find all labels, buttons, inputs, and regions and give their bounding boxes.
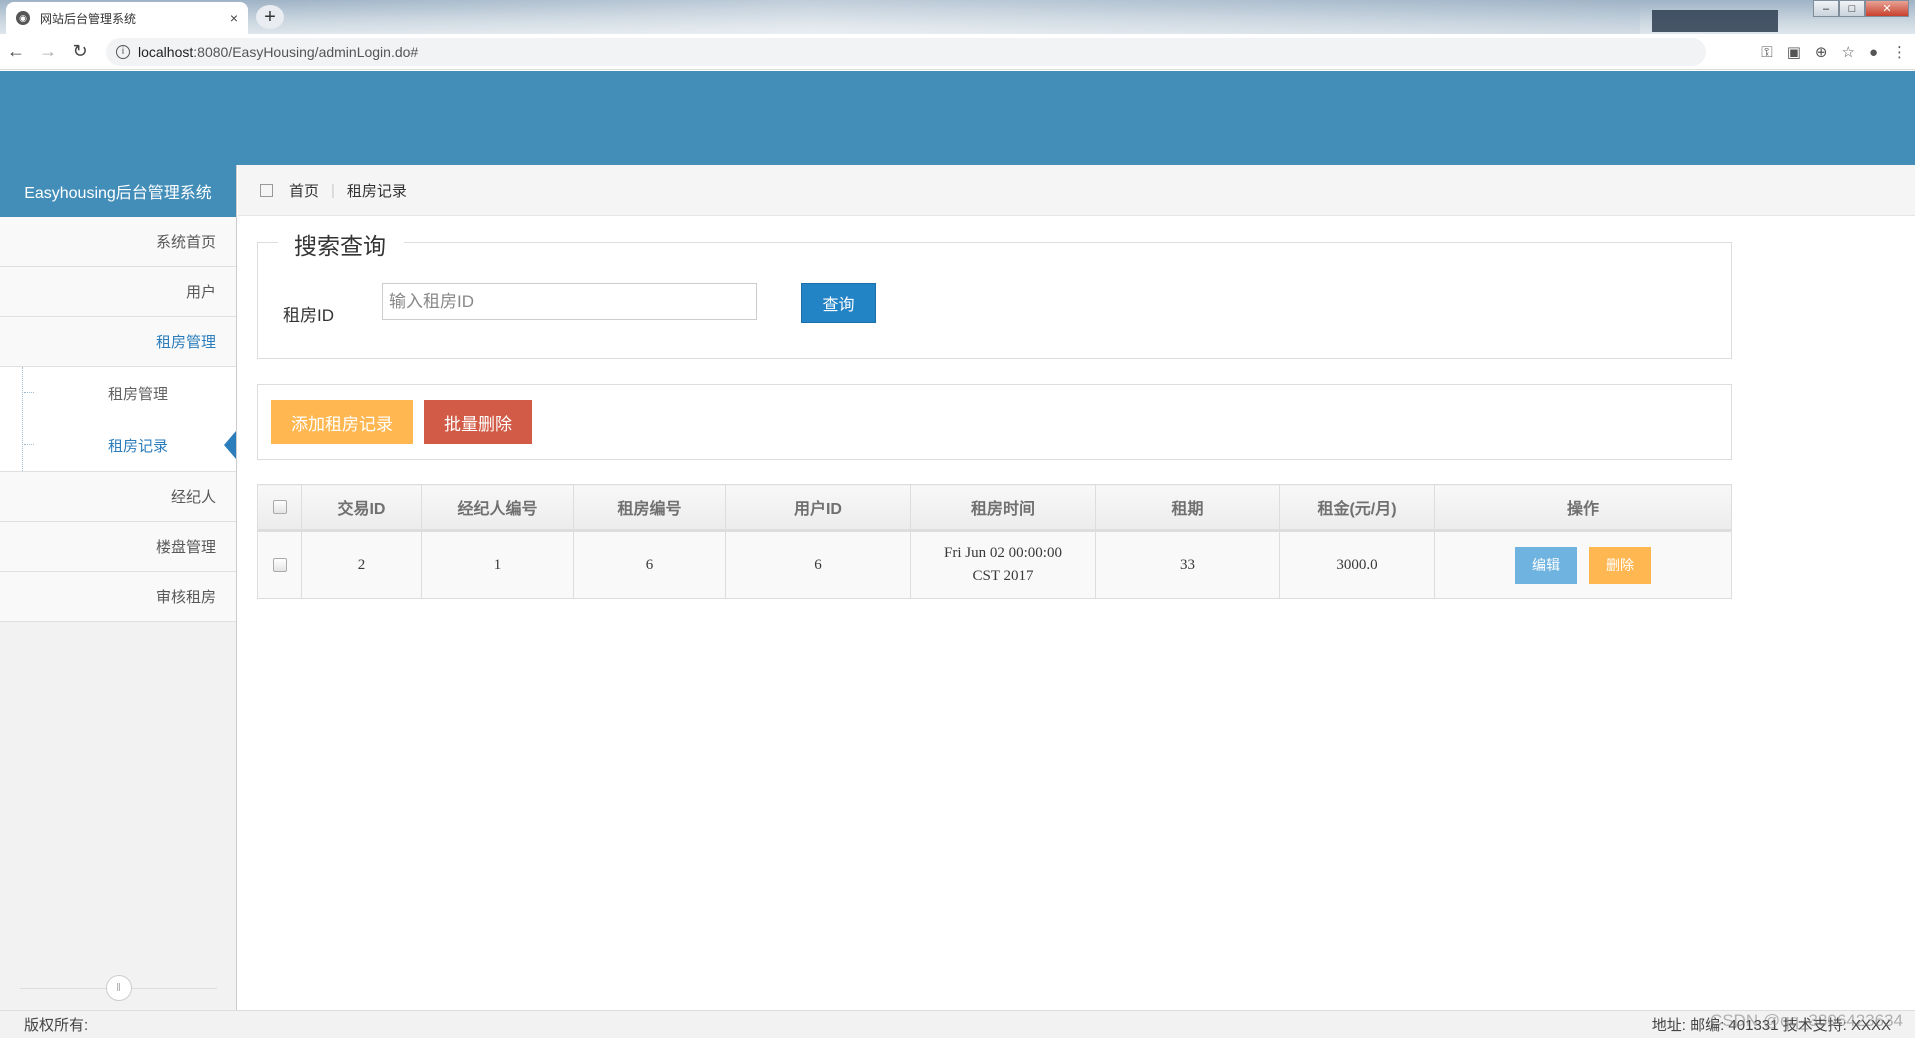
records-table: 交易ID 经纪人编号 租房编号 用户ID 租房时间 租期 租金(元/月) 操作 … [257, 484, 1732, 599]
delete-button[interactable]: 删除 [1589, 546, 1651, 584]
select-all-checkbox[interactable] [272, 499, 287, 514]
forward-icon[interactable]: → [32, 41, 64, 62]
header-operations: 操作 [1434, 484, 1732, 532]
app-header [0, 71, 1915, 165]
tab-title: 网站后台管理系统 [40, 11, 137, 26]
cell-transaction-id: 2 [301, 530, 422, 599]
table-header-row: 交易ID 经纪人编号 租房编号 用户ID 租房时间 租期 租金(元/月) 操作 [257, 484, 1732, 532]
action-panel: 添加租房记录 批量删除 [257, 384, 1732, 460]
new-tab-button[interactable]: + [256, 5, 284, 29]
table-row: 2 1 6 6 Fri Jun 02 00:00:00 CST 2017 33 … [257, 530, 1732, 599]
tab-close-icon[interactable]: × [230, 10, 238, 26]
close-window-button[interactable]: ✕ [1865, 0, 1909, 17]
collapse-icon[interactable]: ‖ [105, 975, 132, 1001]
header-rent[interactable]: 租金(元/月) [1279, 484, 1435, 532]
profile-icon[interactable]: ● [1869, 44, 1878, 61]
translate-icon[interactable]: ▣ [1787, 43, 1801, 61]
key-icon[interactable]: ⚿ [1761, 44, 1772, 61]
browser-tabstrip: ◉ 网站后台管理系统 × + – □ ✕ [0, 0, 1915, 34]
footer-copyright: 版权所有: [24, 1017, 89, 1034]
edit-button[interactable]: 编辑 [1515, 546, 1577, 584]
sidebar: Easyhousing后台管理系统 系统首页 用户 租房管理 租房管理 租房记录… [0, 165, 237, 1010]
star-icon[interactable]: ☆ [1841, 43, 1854, 61]
info-icon[interactable]: i [116, 44, 130, 59]
header-agent-id[interactable]: 经纪人编号 [421, 484, 574, 532]
cell-rent: 3000.0 [1279, 530, 1435, 599]
sidebar-item-review-rentals[interactable]: 审核租房 [0, 572, 236, 622]
breadcrumb-current: 租房记录 [346, 182, 407, 200]
taskbar-thumbnail [1652, 10, 1778, 32]
header-term[interactable]: 租期 [1095, 484, 1280, 532]
url-path: :8080/EasyHousing/adminLogin.do# [193, 43, 419, 60]
tabstrip-background [260, 0, 1640, 34]
submenu-item-rental-records[interactable]: 租房记录 [0, 419, 236, 471]
search-panel: 搜索查询 租房ID 查询 [257, 227, 1732, 359]
zoom-icon[interactable]: ⊕ [1815, 43, 1828, 61]
footer: 版权所有: 地址: 邮编: 401331 技术支持: XXXX CSDN @qq… [0, 1010, 1915, 1038]
url-input[interactable]: i localhost :8080/EasyHousing/adminLogin… [106, 37, 1706, 66]
toolbar-icons: ⚿ ▣ ⊕ ☆ ● ⋮ [1761, 34, 1907, 70]
menu-icon[interactable]: ⋮ [1892, 43, 1907, 61]
select-all-cell [257, 484, 302, 532]
header-transaction-id[interactable]: 交易ID [301, 484, 422, 532]
rental-time-line1: Fri Jun 02 00:00:00 [944, 545, 1062, 561]
bulk-delete-button[interactable]: 批量删除 [424, 400, 532, 444]
cell-term: 33 [1095, 530, 1280, 599]
row-checkbox[interactable] [272, 558, 287, 573]
add-rental-record-button[interactable]: 添加租房记录 [271, 400, 413, 444]
submenu-item-rental-management[interactable]: 租房管理 [0, 367, 236, 419]
breadcrumb-separator: | [331, 181, 335, 199]
sidebar-collapse: ‖ [20, 975, 217, 1001]
query-button[interactable]: 查询 [801, 283, 876, 323]
search-label: 租房ID [283, 306, 334, 325]
sidebar-item-buildings[interactable]: 楼盘管理 [0, 522, 236, 572]
reload-icon[interactable]: ↻ [64, 41, 96, 62]
brand-title: Easyhousing后台管理系统 [0, 165, 236, 217]
main-content: 搜索查询 租房ID 查询 添加租房记录 批量删除 交易ID 经纪人编号 租房编号… [238, 216, 1915, 1010]
cell-agent-id: 1 [421, 530, 574, 599]
breadcrumb-home[interactable]: 首页 [289, 180, 319, 201]
back-icon[interactable]: ← [0, 41, 32, 62]
sidebar-item-users[interactable]: 用户 [0, 267, 236, 317]
minimize-button[interactable]: – [1813, 0, 1839, 17]
search-legend: 搜索查询 [278, 227, 404, 261]
globe-icon: ◉ [16, 11, 30, 25]
sidebar-item-agents[interactable]: 经纪人 [0, 472, 236, 522]
window-controls: – □ ✕ [1813, 0, 1909, 17]
browser-tab[interactable]: ◉ 网站后台管理系统 × [6, 2, 248, 34]
address-bar: ← → ↻ i localhost :8080/EasyHousing/admi… [0, 34, 1915, 70]
rental-time-line2: CST 2017 [972, 568, 1034, 584]
header-user-id[interactable]: 用户ID [725, 484, 911, 532]
home-icon [260, 183, 273, 197]
rental-id-input[interactable] [382, 283, 757, 320]
watermark: CSDN @qq_3306423634 [1709, 1011, 1903, 1030]
sidebar-item-rental-management[interactable]: 租房管理 [0, 317, 236, 367]
sidebar-item-home[interactable]: 系统首页 [0, 217, 236, 267]
cell-house-id: 6 [573, 530, 726, 599]
header-rental-time[interactable]: 租房时间 [910, 484, 1096, 532]
url-host: localhost [138, 43, 194, 60]
cell-rental-time: Fri Jun 02 00:00:00 CST 2017 [910, 530, 1096, 599]
cell-operations: 编辑 删除 [1434, 530, 1732, 599]
rental-submenu: 租房管理 租房记录 [0, 367, 236, 472]
header-house-id[interactable]: 租房编号 [573, 484, 726, 532]
maximize-button[interactable]: □ [1839, 0, 1865, 17]
row-select-cell [257, 530, 302, 599]
breadcrumb: 首页 | 租房记录 [238, 165, 1915, 216]
cell-user-id: 6 [725, 530, 911, 599]
